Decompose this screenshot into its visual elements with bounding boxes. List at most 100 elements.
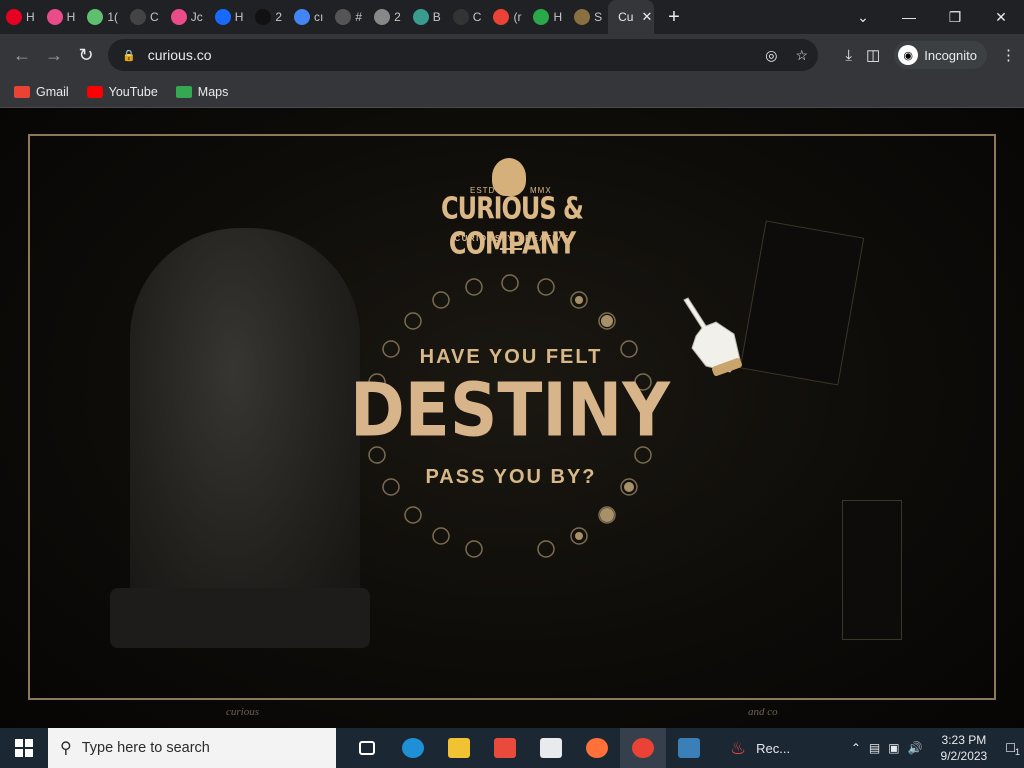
tab-label: H <box>26 10 35 24</box>
incognito-label: Incognito <box>924 47 977 63</box>
edge-icon[interactable] <box>390 728 436 768</box>
tab-list: H H 1(C Jc H 2 cı #2 B C (r H S Cu ✕ <box>0 0 655 34</box>
bookmark-label: Gmail <box>36 84 69 99</box>
tab-label: # <box>355 10 363 24</box>
bookmarks-bar: Gmail YouTube Maps <box>0 76 1024 108</box>
generic-icon <box>335 9 352 25</box>
tab-label: 2 <box>394 10 401 24</box>
firefox-icon[interactable] <box>574 728 620 768</box>
mail-icon[interactable] <box>528 728 574 768</box>
browser-tab[interactable]: H <box>41 0 82 34</box>
tab-label: S <box>594 10 603 24</box>
minimize-button[interactable]: — <box>886 9 932 25</box>
tab-label: C <box>150 10 159 24</box>
menu-kebab-icon[interactable]: ⋮ <box>1001 46 1016 64</box>
tab-label: B <box>432 10 441 24</box>
download-icon[interactable]: ⤓ <box>845 47 852 64</box>
ornate-frame <box>28 134 996 700</box>
clock-date: 9/2/2023 <box>940 749 988 763</box>
back-button[interactable]: ← <box>6 45 38 66</box>
browser-tab[interactable]: Cu ✕ <box>608 0 655 34</box>
browser-tab[interactable]: H <box>0 0 41 34</box>
browser-tab[interactable]: (r <box>487 0 527 34</box>
gmail-icon <box>14 85 30 98</box>
tab-search-chevron-icon[interactable]: ⌄ <box>840 9 886 26</box>
browser-tab[interactable]: C <box>447 0 488 34</box>
task-view-icon[interactable] <box>344 728 390 768</box>
incognito-icon: ◉ <box>898 45 919 65</box>
web-page: ESTD MMX CURIOUS & COMPANY CURIOUSLY CRE… <box>0 108 1024 728</box>
footer-script-left: curious <box>226 706 259 718</box>
address-bar[interactable]: 🔒 curious.co ◎ ☆ <box>108 39 818 71</box>
browser-tab[interactable]: 1( <box>81 0 124 34</box>
colorful-icon <box>87 9 104 25</box>
youtube-icon <box>86 85 103 98</box>
start-button[interactable] <box>0 739 48 757</box>
close-window-button[interactable]: ✕ <box>978 9 1024 26</box>
tab-label: C <box>472 10 482 24</box>
bookmark-star-icon[interactable]: ☆ <box>795 47 808 64</box>
lock-icon[interactable]: 🔒 <box>122 49 136 62</box>
chrome-icon[interactable] <box>620 728 666 768</box>
close-tab-icon[interactable]: ✕ <box>641 9 652 25</box>
recorder-label: Rec... <box>756 740 791 756</box>
windows-logo-icon <box>15 739 33 757</box>
url-text[interactable]: curious.co <box>148 47 212 63</box>
browser-tab[interactable]: C <box>124 0 165 34</box>
browser-tab[interactable]: # <box>329 0 368 34</box>
footer-script-right: and co <box>748 706 778 718</box>
browser-tab[interactable]: Jc <box>165 0 209 34</box>
pinterest-icon <box>6 9 22 25</box>
tab-strip: H H 1(C Jc H 2 cı #2 B C (r H S Cu ✕ + ⌄ — ❐ ✕ <box>0 0 1024 34</box>
browser-tab[interactable]: H <box>209 0 250 34</box>
browser-tab[interactable]: cı <box>288 0 329 34</box>
tab-label: H <box>553 10 563 24</box>
browser-tab[interactable]: H <box>527 0 568 34</box>
forward-button[interactable]: → <box>38 45 70 66</box>
bookmark-maps[interactable]: Maps <box>175 84 229 99</box>
tab-label: (r <box>513 10 522 24</box>
dribbble-icon <box>170 9 187 25</box>
new-tab-button[interactable]: + <box>668 6 680 29</box>
thermometer-icon: ♨ <box>730 737 747 758</box>
browser-tab[interactable]: B <box>407 0 447 34</box>
d-icon <box>412 9 429 25</box>
windows-taskbar: ⚲ Type here to search ♨ Rec... ⌃ ▤ ▣ 🔊 3… <box>0 728 1024 768</box>
screen-app-icon[interactable] <box>666 728 712 768</box>
maps-icon <box>175 85 192 98</box>
dribbble-icon <box>46 9 63 25</box>
clock[interactable]: 3:23 PM 9/2/2023 <box>941 732 988 764</box>
meet-icon[interactable]: ▣ <box>888 741 899 755</box>
network-icon[interactable]: ▤ <box>869 741 880 755</box>
webflow-icon <box>374 9 391 25</box>
recorder-taskbar-item[interactable]: ♨ Rec... <box>718 738 804 759</box>
search-placeholder: Type here to search <box>81 740 210 756</box>
codepen-icon <box>452 9 469 25</box>
taskbar-search-box[interactable]: ⚲ Type here to search <box>48 728 336 768</box>
browser-tab[interactable]: S <box>568 0 608 34</box>
store-icon[interactable] <box>482 728 528 768</box>
tray-chevron-icon[interactable]: ⌃ <box>851 741 861 755</box>
bookmark-gmail[interactable]: Gmail <box>14 85 69 99</box>
notification-icon[interactable]: ☐ 1 <box>1005 741 1020 757</box>
reload-button[interactable]: ↻ <box>70 45 102 66</box>
side-panel-icon[interactable]: ◫ <box>866 46 880 64</box>
bookmark-youtube[interactable]: YouTube <box>86 84 158 99</box>
behance-icon <box>214 9 231 25</box>
gmail-icon <box>493 9 510 25</box>
eye-off-icon[interactable]: ◎ <box>765 47 777 64</box>
circle-icon <box>130 9 147 25</box>
tab-label: cı <box>314 10 324 24</box>
file-explorer-icon[interactable] <box>436 728 482 768</box>
clock-time: 3:23 PM <box>941 733 987 747</box>
tab-label: Cu <box>618 10 634 24</box>
window-controls: ⌄ — ❐ ✕ <box>840 0 1024 34</box>
bookmark-label: YouTube <box>108 84 158 99</box>
browser-tab[interactable]: 2 <box>249 0 288 34</box>
volume-icon[interactable]: 🔊 <box>908 741 923 755</box>
bookmark-label: Maps <box>197 84 229 99</box>
incognito-profile-button[interactable]: ◉ Incognito <box>894 41 987 69</box>
restore-button[interactable]: ❐ <box>932 9 978 26</box>
cartoon-icon <box>574 9 591 25</box>
browser-tab[interactable]: 2 <box>368 0 407 34</box>
